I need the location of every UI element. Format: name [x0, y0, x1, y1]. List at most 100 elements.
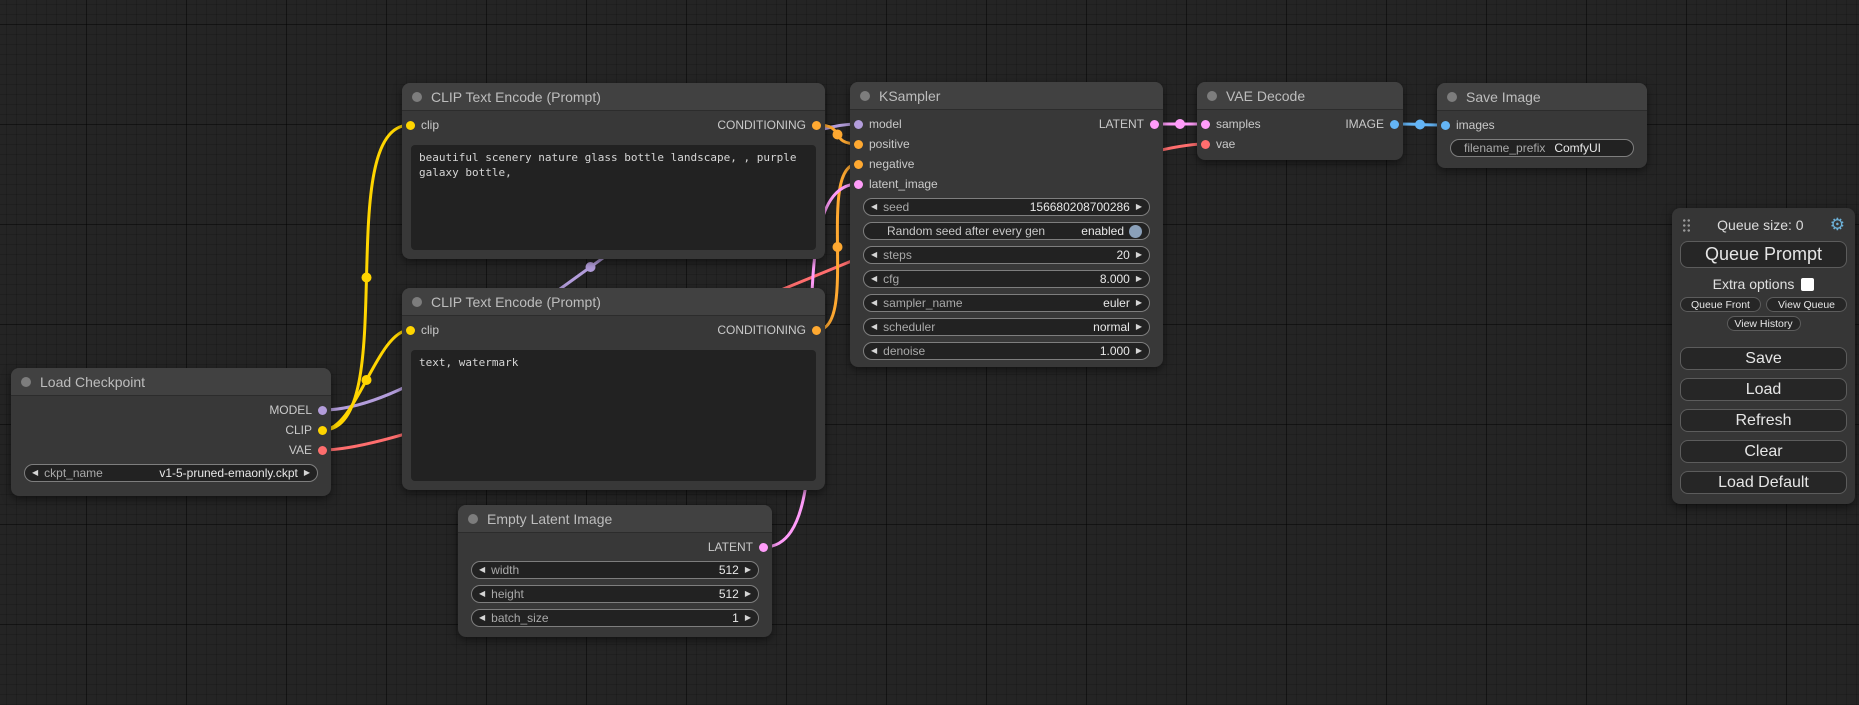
collapse-dot[interactable]	[21, 377, 31, 387]
node-title-bar[interactable]: Load Checkpoint	[11, 368, 331, 396]
input-port-model[interactable]	[854, 120, 863, 129]
increment-arrow-icon[interactable]: ▶	[304, 469, 310, 477]
clip-text-encode-positive-node[interactable]: CLIP Text Encode (Prompt)clipCONDITIONIN…	[402, 83, 825, 259]
output-port-latent[interactable]	[759, 543, 768, 552]
increment-arrow-icon[interactable]: ▶	[1136, 203, 1142, 211]
load-default-button[interactable]: Load Default	[1680, 471, 1847, 494]
gear-icon[interactable]: ⚙	[1830, 216, 1845, 233]
queue-front-button[interactable]: Queue Front	[1680, 297, 1761, 312]
clear-button[interactable]: Clear	[1680, 440, 1847, 463]
collapse-dot[interactable]	[468, 514, 478, 524]
output-label: VAE	[289, 443, 312, 457]
output-port-image[interactable]	[1390, 120, 1399, 129]
toggle-knob[interactable]	[1129, 225, 1142, 238]
node-title-bar[interactable]: VAE Decode	[1197, 82, 1403, 110]
decrement-arrow-icon[interactable]: ◀	[479, 590, 485, 598]
input-port-latent-image[interactable]	[854, 180, 863, 189]
widget-random-seed-after-every-gen[interactable]: Random seed after every genenabled	[863, 222, 1150, 240]
input-port-negative[interactable]	[854, 160, 863, 169]
save-button[interactable]: Save	[1680, 347, 1847, 370]
widget-ckpt-name[interactable]: ◀ckpt_namev1-5-pruned-emaonly.ckpt▶	[24, 464, 318, 482]
widget-sampler-name[interactable]: ◀sampler_nameeuler▶	[863, 294, 1150, 312]
decrement-arrow-icon[interactable]: ◀	[871, 347, 877, 355]
widgets: ◀seed156680208700286▶Random seed after e…	[850, 198, 1163, 360]
decrement-arrow-icon[interactable]: ◀	[871, 275, 877, 283]
widget-label: seed	[883, 200, 909, 214]
link-midpoint-dot[interactable]	[833, 242, 843, 252]
node-title-label: VAE Decode	[1226, 88, 1305, 104]
link-midpoint-dot[interactable]	[362, 375, 372, 385]
widget-seed[interactable]: ◀seed156680208700286▶	[863, 198, 1150, 216]
decrement-arrow-icon[interactable]: ◀	[871, 299, 877, 307]
input-port-vae[interactable]	[1201, 140, 1210, 149]
increment-arrow-icon[interactable]: ▶	[745, 614, 751, 622]
collapse-dot[interactable]	[1207, 91, 1217, 101]
prompt-textarea[interactable]: beautiful scenery nature glass bottle la…	[411, 145, 816, 250]
increment-arrow-icon[interactable]: ▶	[1136, 347, 1142, 355]
empty-latent-image-node[interactable]: Empty Latent ImageLATENT◀width512▶◀heigh…	[458, 505, 772, 637]
link-midpoint-dot[interactable]	[1175, 119, 1185, 129]
increment-arrow-icon[interactable]: ▶	[1136, 299, 1142, 307]
node-title-label: Empty Latent Image	[487, 511, 612, 527]
input-port-samples[interactable]	[1201, 120, 1210, 129]
drag-handle-icon[interactable]	[1682, 218, 1691, 232]
decrement-arrow-icon[interactable]: ◀	[32, 469, 38, 477]
vae-decode-node[interactable]: VAE DecodesamplesIMAGEvae	[1197, 82, 1403, 160]
widget-filename-prefix[interactable]: filename_prefixComfyUI	[1450, 139, 1634, 157]
node-title-bar[interactable]: CLIP Text Encode (Prompt)	[402, 288, 825, 316]
increment-arrow-icon[interactable]: ▶	[745, 590, 751, 598]
collapse-dot[interactable]	[412, 92, 422, 102]
widget-value: euler	[969, 296, 1130, 310]
view-history-button[interactable]: View History	[1727, 316, 1801, 331]
link-midpoint-dot[interactable]	[1415, 120, 1425, 130]
input-port-images[interactable]	[1441, 121, 1450, 130]
ksampler-node[interactable]: KSamplermodelLATENTpositivenegativelaten…	[850, 82, 1163, 367]
widget-width[interactable]: ◀width512▶	[471, 561, 759, 579]
view-queue-button[interactable]: View Queue	[1766, 297, 1847, 312]
widget-denoise[interactable]: ◀denoise1.000▶	[863, 342, 1150, 360]
node-title-bar[interactable]: KSampler	[850, 82, 1163, 110]
decrement-arrow-icon[interactable]: ◀	[479, 566, 485, 574]
load-checkpoint-node[interactable]: Load CheckpointMODELCLIPVAE◀ckpt_namev1-…	[11, 368, 331, 496]
output-port-clip[interactable]	[318, 426, 327, 435]
node-graph-canvas[interactable]: Load CheckpointMODELCLIPVAE◀ckpt_namev1-…	[0, 0, 1859, 705]
widget-height[interactable]: ◀height512▶	[471, 585, 759, 603]
link-midpoint-dot[interactable]	[586, 262, 596, 272]
widget-scheduler[interactable]: ◀schedulernormal▶	[863, 318, 1150, 336]
input-port-clip[interactable]	[406, 326, 415, 335]
node-title-bar[interactable]: CLIP Text Encode (Prompt)	[402, 83, 825, 111]
load-button[interactable]: Load	[1680, 378, 1847, 401]
collapse-dot[interactable]	[860, 91, 870, 101]
widget-steps[interactable]: ◀steps20▶	[863, 246, 1150, 264]
extra-options-checkbox[interactable]	[1801, 278, 1814, 291]
output-port-conditioning[interactable]	[812, 326, 821, 335]
output-port-conditioning[interactable]	[812, 121, 821, 130]
increment-arrow-icon[interactable]: ▶	[1136, 275, 1142, 283]
increment-arrow-icon[interactable]: ▶	[745, 566, 751, 574]
output-port-model[interactable]	[318, 406, 327, 415]
widget-cfg[interactable]: ◀cfg8.000▶	[863, 270, 1150, 288]
widget-batch-size[interactable]: ◀batch_size1▶	[471, 609, 759, 627]
increment-arrow-icon[interactable]: ▶	[1136, 323, 1142, 331]
save-image-node[interactable]: Save Imageimagesfilename_prefixComfyUI	[1437, 83, 1647, 168]
collapse-dot[interactable]	[1447, 92, 1457, 102]
node-title-bar[interactable]: Empty Latent Image	[458, 505, 772, 533]
increment-arrow-icon[interactable]: ▶	[1136, 251, 1142, 259]
link-midpoint-dot[interactable]	[362, 273, 372, 283]
collapse-dot[interactable]	[412, 297, 422, 307]
clip-text-encode-negative-node[interactable]: CLIP Text Encode (Prompt)clipCONDITIONIN…	[402, 288, 825, 490]
decrement-arrow-icon[interactable]: ◀	[479, 614, 485, 622]
prompt-textarea[interactable]: text, watermark	[411, 350, 816, 481]
node-title-bar[interactable]: Save Image	[1437, 83, 1647, 111]
widget-label: steps	[883, 248, 912, 262]
output-port-latent[interactable]	[1150, 120, 1159, 129]
output-port-vae[interactable]	[318, 446, 327, 455]
decrement-arrow-icon[interactable]: ◀	[871, 203, 877, 211]
input-port-clip[interactable]	[406, 121, 415, 130]
refresh-button[interactable]: Refresh	[1680, 409, 1847, 432]
link-midpoint-dot[interactable]	[833, 130, 843, 140]
decrement-arrow-icon[interactable]: ◀	[871, 251, 877, 259]
queue-prompt-button[interactable]: Queue Prompt	[1680, 241, 1847, 268]
decrement-arrow-icon[interactable]: ◀	[871, 323, 877, 331]
input-port-positive[interactable]	[854, 140, 863, 149]
